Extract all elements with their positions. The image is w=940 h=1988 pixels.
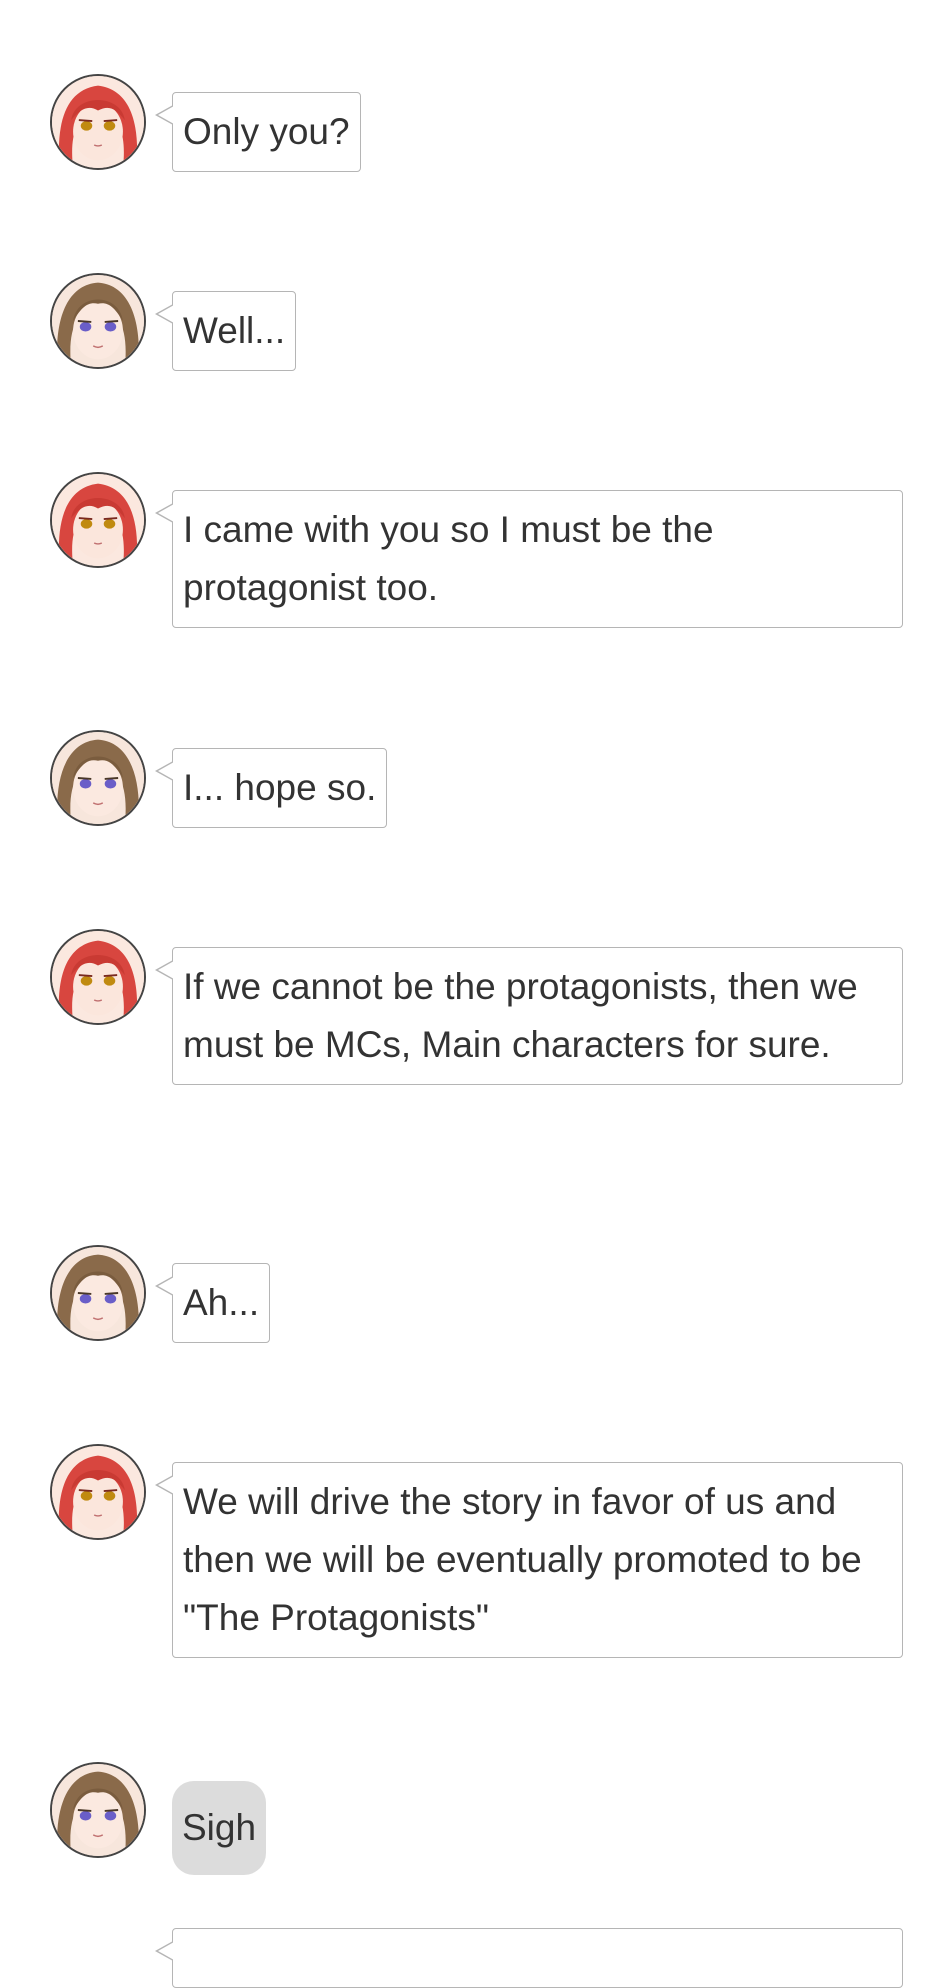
- red-haired-girl-avatar-icon: [52, 1446, 144, 1538]
- avatar-red-haired-girl: [50, 1444, 146, 1540]
- speech-bubble: We will drive the story in favor of us a…: [155, 1462, 903, 1658]
- brown-haired-girl-avatar-icon: [52, 275, 144, 367]
- avatar-brown-haired-girl: [50, 1245, 146, 1341]
- brown-haired-girl-avatar-icon: [52, 1247, 144, 1339]
- speech-bubble: I came with you so I must be the protago…: [155, 490, 903, 628]
- speech-bubble: I... hope so.: [154, 748, 388, 828]
- speech-bubble: If we cannot be the protagonists, then w…: [155, 947, 903, 1085]
- speech-bubble: Ah...: [154, 1263, 271, 1343]
- speech-bubble: [155, 1928, 903, 1988]
- red-haired-girl-avatar-icon: [52, 76, 144, 168]
- red-haired-girl-avatar-icon: [52, 474, 144, 566]
- thought-bubble: Sigh: [172, 1781, 267, 1875]
- avatar-brown-haired-girl: [50, 1762, 146, 1858]
- avatar-red-haired-girl: [50, 74, 146, 170]
- avatar-brown-haired-girl: [50, 730, 146, 826]
- avatar-red-haired-girl: [50, 929, 146, 1025]
- brown-haired-girl-avatar-icon: [52, 1764, 144, 1856]
- avatar-brown-haired-girl: [50, 273, 146, 369]
- speech-bubble: Only you?: [155, 92, 361, 172]
- brown-haired-girl-avatar-icon: [52, 732, 144, 824]
- avatar-red-haired-girl: [50, 472, 146, 568]
- red-haired-girl-avatar-icon: [52, 931, 144, 1023]
- speech-bubble: Well...: [154, 291, 297, 371]
